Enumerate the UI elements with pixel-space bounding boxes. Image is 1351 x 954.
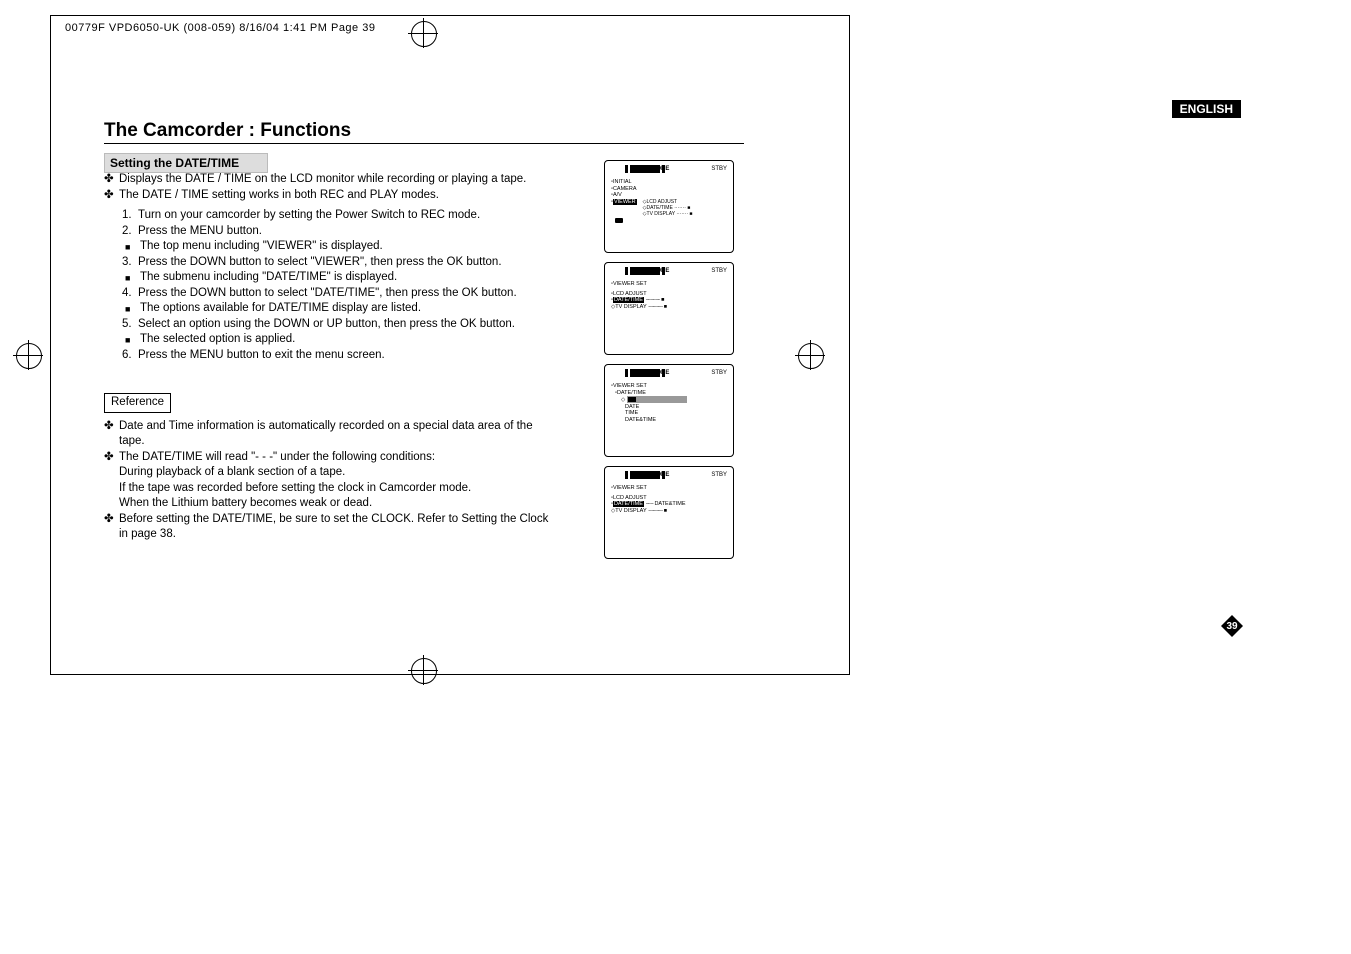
crop-mark-icon xyxy=(13,340,43,370)
step: 3. Press the DOWN button to select "VIEW… xyxy=(104,255,559,286)
crop-mark-icon xyxy=(408,655,438,685)
lcd-screen-3: REC MODE STBY ▫VIEWER SET ▫DATE/TIME ◇ D… xyxy=(604,364,734,457)
step: 4. Press the DOWN button to select "DATE… xyxy=(104,286,559,317)
title-rule xyxy=(104,143,744,144)
substep: The submenu including "DATE/TIME" is dis… xyxy=(122,270,559,286)
intro-item: The DATE / TIME setting works in both RE… xyxy=(104,188,559,204)
step: 6. Press the MENU button to exit the men… xyxy=(104,348,559,364)
crop-mark-icon xyxy=(795,340,825,370)
print-header: 00779F VPD6050-UK (008-059) 8/16/04 1:41… xyxy=(65,22,375,34)
lcd-screenshots: REC MODE STBY ▫INITIAL ▫CAMERA ▫A/V ▫VIE… xyxy=(604,160,734,559)
page-title: The Camcorder : Functions xyxy=(104,120,351,142)
language-tag: ENGLISH xyxy=(1172,100,1241,118)
step: 2. Press the MENU button. The top menu i… xyxy=(104,224,559,255)
intro-item: Displays the DATE / TIME on the LCD moni… xyxy=(104,172,559,188)
section-heading: Setting the DATE/TIME xyxy=(104,153,268,173)
substep: The options available for DATE/TIME disp… xyxy=(122,301,559,317)
reference-item: The DATE/TIME will read "- - -" under th… xyxy=(104,450,559,466)
reference-label: Reference xyxy=(104,393,171,413)
reference-item: Before setting the DATE/TIME, be sure to… xyxy=(104,512,559,543)
lcd-screen-2: REC MODE STBY ▫VIEWER SET ▫LCD ADJUST ▫D… xyxy=(604,262,734,355)
step: 1. Turn on your camcorder by setting the… xyxy=(104,208,559,224)
lcd-screen-1: REC MODE STBY ▫INITIAL ▫CAMERA ▫A/V ▫VIE… xyxy=(604,160,734,253)
reference-item: Date and Time information is automatical… xyxy=(104,419,559,450)
page-number: 39 xyxy=(1221,615,1243,637)
reference-line: When the Lithium battery becomes weak or… xyxy=(104,496,559,512)
substep: The top menu including "VIEWER" is displ… xyxy=(122,239,559,255)
body-content: Displays the DATE / TIME on the LCD moni… xyxy=(104,172,559,543)
step: 5. Select an option using the DOWN or UP… xyxy=(104,317,559,348)
lcd-screen-4: REC MODE STBY ▫VIEWER SET ▫LCD ADJUST ▫D… xyxy=(604,466,734,559)
reference-line: If the tape was recorded before setting … xyxy=(104,481,559,497)
reference-line: During playback of a blank section of a … xyxy=(104,465,559,481)
substep: The selected option is applied. xyxy=(122,332,559,348)
crop-mark-icon xyxy=(408,18,438,48)
